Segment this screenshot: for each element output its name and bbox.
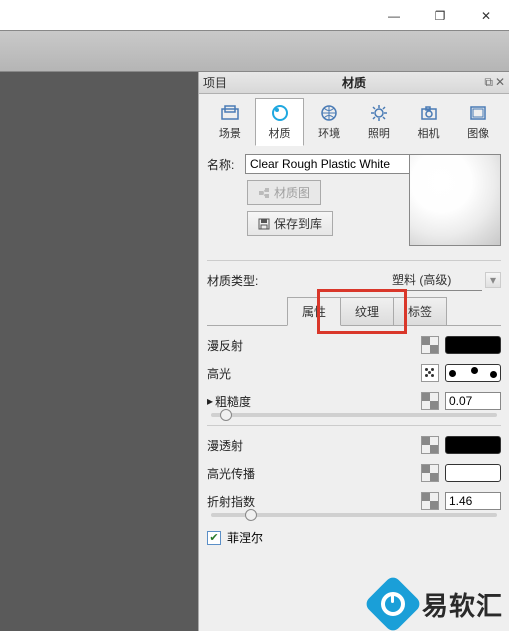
diffuse-trans-color-swatch[interactable]	[445, 436, 501, 454]
save-icon	[258, 218, 270, 230]
name-label: 名称:	[207, 156, 245, 173]
tab-material[interactable]: 材质	[255, 98, 305, 146]
material-name-input[interactable]	[245, 154, 410, 174]
lighting-icon	[369, 103, 389, 123]
material-preview-sphere[interactable]	[409, 154, 501, 246]
image-icon	[468, 103, 488, 123]
environment-icon	[319, 103, 339, 123]
refraction-slider[interactable]	[211, 513, 497, 517]
tab-lighting[interactable]: 照明	[354, 98, 404, 146]
scene-icon	[220, 103, 240, 123]
diffuse-texture-button[interactable]	[421, 336, 439, 354]
diffuse-transmission-label: 漫透射	[207, 437, 421, 454]
diffuse-label: 漫反射	[207, 337, 421, 354]
app-toolbar	[0, 30, 509, 72]
tab-lighting-label: 照明	[368, 125, 390, 141]
material-type-select[interactable]: 塑料 (高级)	[392, 269, 482, 291]
subtab-texture[interactable]: 纹理	[340, 297, 394, 326]
roughness-slider[interactable]	[211, 413, 497, 417]
window-titlebar: — ❐ ✕	[0, 0, 509, 30]
diffuse-trans-texture-button[interactable]	[421, 436, 439, 454]
fresnel-checkbox[interactable]: ✔	[207, 531, 221, 545]
spec-trans-color-swatch[interactable]	[445, 464, 501, 482]
specular-color-swatch[interactable]	[445, 364, 501, 382]
tab-image[interactable]: 图像	[453, 98, 503, 146]
watermark: 易软汇	[372, 583, 503, 625]
expand-triangle-icon[interactable]: ▸	[207, 394, 213, 408]
roughness-texture-button[interactable]	[421, 392, 439, 410]
window-close-button[interactable]: ✕	[463, 2, 509, 30]
panel-title: 材质	[342, 74, 366, 91]
refraction-index-label: 折射指数	[207, 493, 421, 510]
tab-environment-label: 环境	[318, 125, 340, 141]
subtab-properties[interactable]: 属性	[287, 297, 341, 326]
roughness-value-input[interactable]	[445, 392, 501, 410]
graph-icon	[258, 187, 270, 199]
tab-camera-label: 相机	[418, 125, 440, 141]
spec-trans-texture-button[interactable]	[421, 464, 439, 482]
window-minimize-button[interactable]: —	[371, 2, 417, 30]
viewport-3d[interactable]	[0, 72, 198, 631]
camera-icon	[419, 103, 439, 123]
panel-detach-button[interactable]: ⧉	[484, 75, 493, 90]
specular-label: 高光	[207, 365, 421, 382]
panel-close-button[interactable]: ✕	[495, 75, 505, 90]
project-label[interactable]: 项目	[203, 74, 227, 91]
panel-header: 项目 材质 ⧉ ✕	[199, 72, 509, 94]
save-to-library-button[interactable]: 保存到库	[247, 211, 333, 236]
subtab-labels[interactable]: 标签	[393, 297, 447, 326]
tab-camera[interactable]: 相机	[404, 98, 454, 146]
tab-image-label: 图像	[467, 125, 489, 141]
dropdown-arrow-icon[interactable]: ▾	[485, 272, 501, 288]
tab-material-label: 材质	[269, 125, 291, 141]
watermark-text: 易软汇	[422, 586, 503, 623]
tab-scene-label: 场景	[219, 125, 241, 141]
material-icon	[270, 103, 290, 123]
roughness-label: ▸粗糙度	[207, 393, 421, 410]
specular-transmission-label: 高光传播	[207, 465, 421, 482]
refraction-texture-button[interactable]	[421, 492, 439, 510]
fresnel-label: 菲涅尔	[227, 529, 263, 546]
tab-environment[interactable]: 环境	[304, 98, 354, 146]
window-maximize-button[interactable]: ❐	[417, 2, 463, 30]
refraction-value-input[interactable]	[445, 492, 501, 510]
diffuse-color-swatch[interactable]	[445, 336, 501, 354]
material-graph-button[interactable]: 材质图	[247, 180, 321, 205]
sub-tabs: 属性 纹理 标签	[207, 297, 501, 326]
material-type-label: 材质类型:	[207, 272, 392, 289]
specular-texture-button[interactable]	[421, 364, 439, 382]
tab-scene[interactable]: 场景	[205, 98, 255, 146]
material-panel: 项目 材质 ⧉ ✕ 场景 材质 环境 照明	[198, 72, 509, 631]
main-tabs: 场景 材质 环境 照明 相机 图像	[199, 94, 509, 146]
watermark-logo-icon	[363, 574, 422, 633]
